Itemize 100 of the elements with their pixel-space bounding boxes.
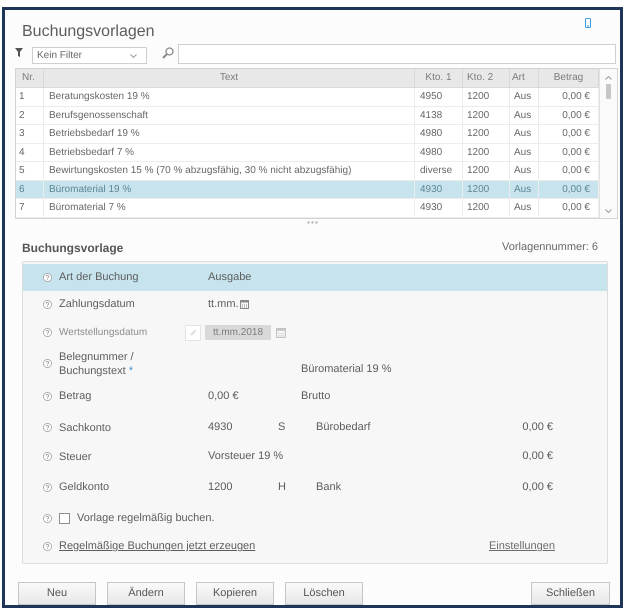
filter-icon[interactable] xyxy=(15,48,23,57)
help-icon[interactable] xyxy=(43,272,52,282)
amount-text: 0,00 € xyxy=(522,449,553,464)
pencil-icon xyxy=(190,329,196,336)
help-icon[interactable] xyxy=(43,423,52,432)
field-label: Wertstellungsdatum xyxy=(59,326,148,340)
table-cell: 4950 xyxy=(415,88,463,106)
action-button[interactable]: Ändern xyxy=(107,582,185,605)
action-button[interactable]: Kopieren xyxy=(196,582,274,605)
help-icon[interactable] xyxy=(43,482,52,492)
help-icon[interactable] xyxy=(43,328,52,337)
scrollbar-thumb[interactable] xyxy=(606,84,611,99)
checkbox[interactable] xyxy=(59,513,70,524)
note-text: Büromaterial 19 % xyxy=(301,363,392,375)
posting-side-text: S xyxy=(278,421,286,434)
edit-button[interactable] xyxy=(185,324,201,340)
calendar-icon[interactable] xyxy=(240,300,249,308)
close-button[interactable]: Schließen xyxy=(531,582,610,605)
table-cell: diverse xyxy=(415,162,463,180)
calendar-icon[interactable] xyxy=(276,328,286,338)
field-label: Steuer xyxy=(59,450,92,464)
form-row[interactable]: Regelmäßige Buchungen jetzt erzeugen Einstellungen xyxy=(23,534,607,560)
action-button[interactable]: Löschen xyxy=(285,582,363,605)
help-icon[interactable] xyxy=(43,300,52,308)
action-button[interactable]: Neu xyxy=(18,582,96,605)
field-label: Betrag xyxy=(59,389,92,403)
search-icon[interactable] xyxy=(162,47,174,59)
table-cell: Betriebsbedarf 19 % xyxy=(44,125,415,143)
table-cell: 3 xyxy=(16,125,44,143)
table-cell: 1200 xyxy=(463,199,510,217)
field-value: 4930 xyxy=(208,421,232,434)
form-row[interactable]: Geldkonto 1200 H Bank 0,00 € xyxy=(23,470,607,504)
table-cell: 7 xyxy=(16,199,44,217)
table-cell: 1200 xyxy=(463,162,510,180)
table-row[interactable]: 4 Betriebsbedarf 7 % 4980 1200 Aus 0,00 € xyxy=(16,144,599,162)
template-number: Vorlagennummer: 6 xyxy=(502,240,598,256)
section-title: Buchungsvorlage xyxy=(22,240,124,256)
device-icon[interactable] xyxy=(585,18,591,28)
column-header[interactable]: Nr. xyxy=(16,69,44,87)
column-header[interactable]: Kto. 1 xyxy=(415,69,463,87)
table-cell: Aus xyxy=(510,88,539,106)
field-value: 1200 xyxy=(208,480,232,493)
date-field[interactable]: tt.mm. xyxy=(208,296,239,312)
form-row[interactable]: Vorlage regelmäßig buchen. xyxy=(23,504,607,534)
note-text: Bürobedarf xyxy=(316,421,370,434)
settings-link[interactable]: Einstellungen xyxy=(488,538,555,555)
table-row[interactable]: 7 Büromaterial 7 % 4930 1200 Aus 0,00 € xyxy=(16,199,599,218)
field-label: Geldkonto xyxy=(59,480,110,494)
note-text: Brutto xyxy=(301,390,330,402)
help-icon[interactable] xyxy=(43,392,52,400)
table-row[interactable]: 5 Bewirtungskosten 15 % (70 % abzugsfähig, 30 % nicht abzugsfähig) diverse 1200 Aus 0,00 € xyxy=(16,162,599,180)
form-row[interactable]: Betrag 0,00 € Brutto xyxy=(23,380,607,412)
field-label: Zahlungsdatum xyxy=(59,297,135,311)
table-cell: Büromaterial 7 % xyxy=(44,199,415,217)
field-label: Sachkonto xyxy=(59,420,111,434)
table-cell: Bewirtungskosten 15 % (70 % abzugsfähig, 30 % nicht abzugsfähig) xyxy=(44,162,415,180)
table-cell: Aus xyxy=(510,162,539,180)
form-row[interactable]: Steuer Vorsteuer 19 % 0,00 € xyxy=(23,442,607,470)
form-row[interactable]: Art der Buchung Ausgabe xyxy=(23,264,607,290)
table-cell: 4930 xyxy=(415,199,463,217)
table-cell: Beratungskosten 19 % xyxy=(44,88,415,106)
table-cell: 1200 xyxy=(463,88,510,106)
help-icon[interactable] xyxy=(43,359,52,368)
table-cell: Aus xyxy=(510,125,539,143)
table-row[interactable]: 3 Betriebsbedarf 19 % 4980 1200 Aus 0,00 € xyxy=(16,125,599,144)
dialog-title: Buchungsvorlagen xyxy=(22,22,155,42)
grip-icon[interactable] xyxy=(307,220,318,224)
caret-icon xyxy=(130,54,137,58)
date-field[interactable]: tt.mm.2018 xyxy=(205,325,271,340)
column-header[interactable]: Text xyxy=(44,69,415,87)
field-label: Belegnummer / Buchungstext * xyxy=(59,350,135,378)
field-value: Vorsteuer 19 % xyxy=(208,450,284,462)
scroll-up-icon[interactable] xyxy=(605,76,612,80)
table-row[interactable]: 1 Beratungskosten 19 % 4950 1200 Aus 0,00 € xyxy=(16,88,599,106)
field-value: 0,00 € xyxy=(208,390,239,402)
scroll-down-icon[interactable] xyxy=(605,208,612,212)
help-icon[interactable] xyxy=(43,514,52,523)
checkbox-label: Vorlage regelmäßig buchen. xyxy=(77,511,215,526)
column-header[interactable]: Kto. 2 xyxy=(463,69,510,87)
table-row[interactable]: 2 Berufsgenossenschaft 4138 1200 Aus 0,00 € xyxy=(16,106,599,125)
column-header[interactable]: Art xyxy=(510,69,539,87)
help-icon[interactable] xyxy=(43,542,52,551)
field-label: Art der Buchung xyxy=(59,270,138,284)
field-value: Ausgabe xyxy=(208,270,252,283)
scrollbar[interactable] xyxy=(599,69,617,218)
form-row[interactable]: Belegnummer / Buchungstext * Büromaterial 19 % xyxy=(23,348,607,380)
table-cell: Aus xyxy=(510,199,539,217)
search-field[interactable] xyxy=(178,44,616,64)
table-row[interactable]: 6 Büromaterial 19 % 4930 1200 Aus 0,00 € xyxy=(16,180,599,199)
form-row[interactable]: Zahlungsdatum tt.mm. xyxy=(23,290,607,318)
generate-link[interactable]: Regelmäßige Buchungen jetzt erzeugen xyxy=(59,538,256,555)
filter-dropdown[interactable]: Kein Filter xyxy=(32,47,147,64)
form-row[interactable]: Wertstellungsdatum tt.mm.2018 xyxy=(23,318,607,348)
note-text: Bank xyxy=(316,480,342,493)
table-cell: 4980 xyxy=(415,125,463,143)
amount-text: 0,00 € xyxy=(522,480,553,495)
posting-side-text: H xyxy=(278,480,286,493)
form-row[interactable]: Sachkonto 4930 S Bürobedarf 0,00 € xyxy=(23,412,607,442)
table-cell: 1200 xyxy=(463,125,510,143)
help-icon[interactable] xyxy=(43,452,52,461)
